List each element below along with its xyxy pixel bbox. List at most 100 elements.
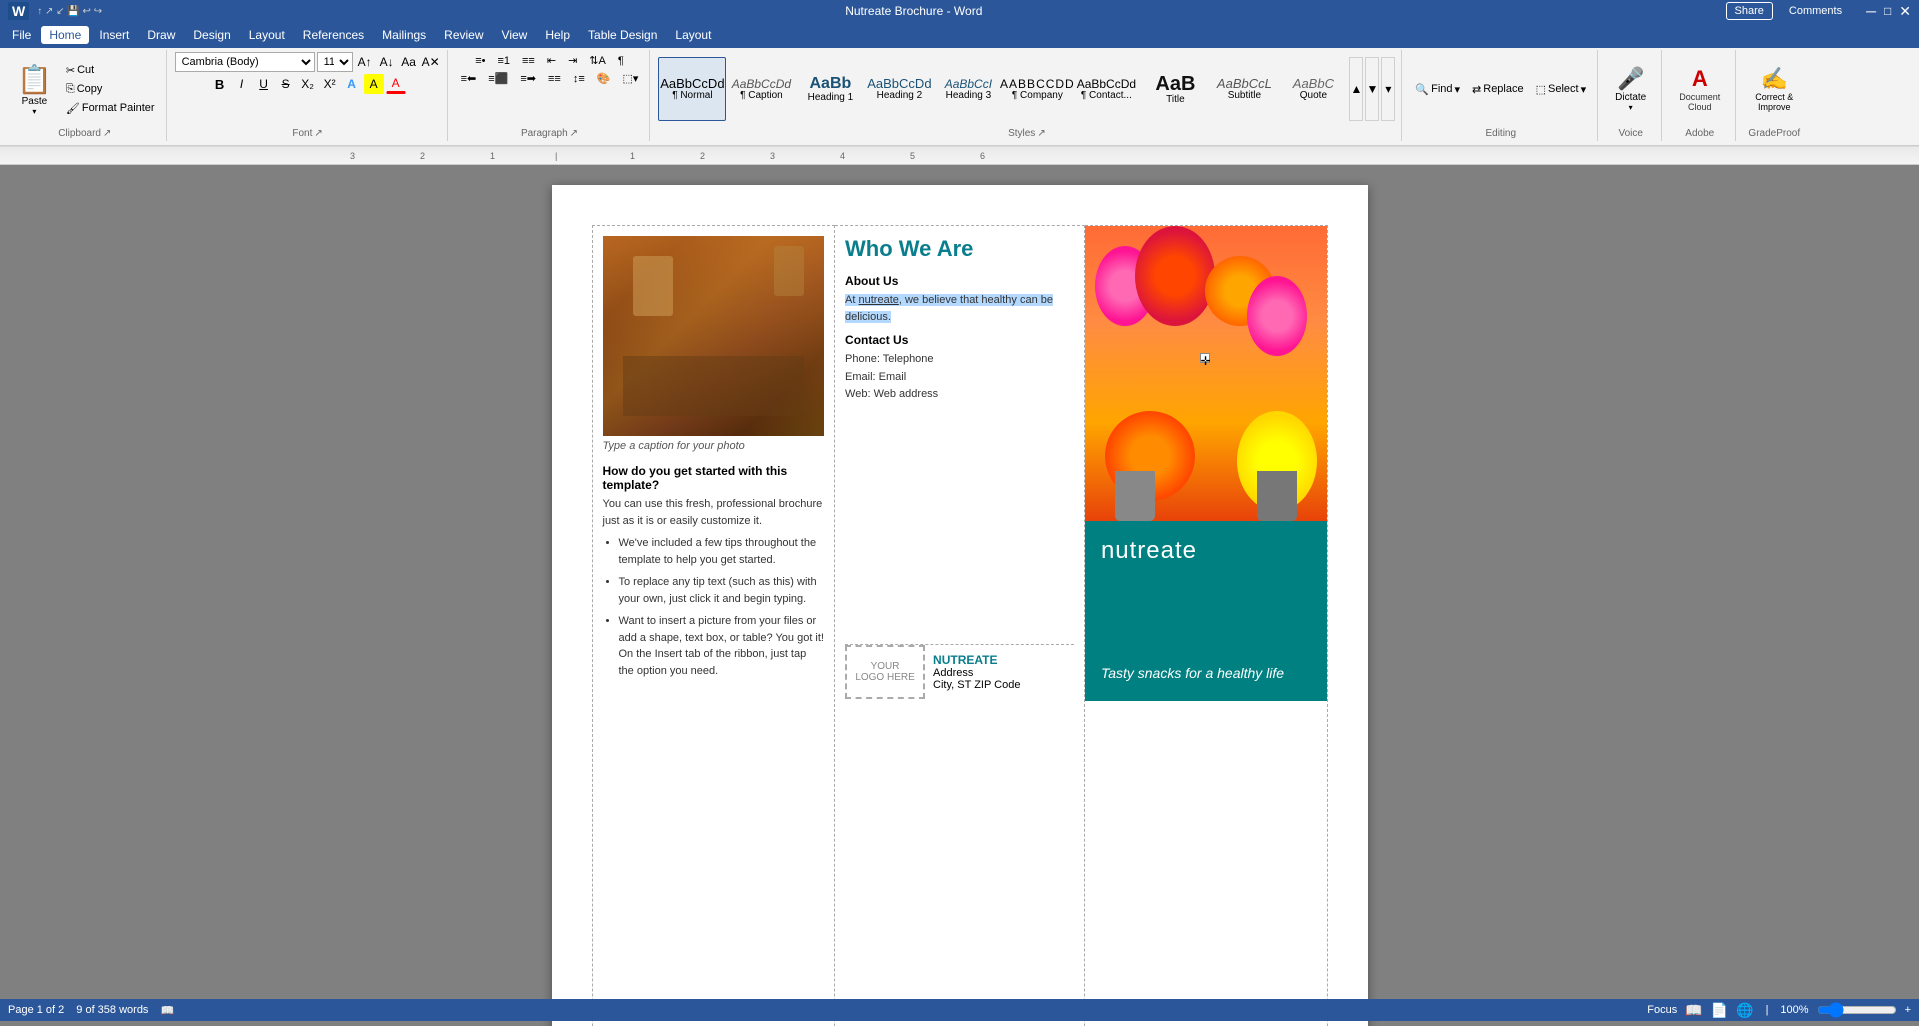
menu-layout[interactable]: Layout [241,26,293,44]
line-spacing-button[interactable]: ↕≡ [568,70,590,87]
replace-button[interactable]: ⇄ Replace [1467,81,1529,98]
document-area[interactable]: ✛ Type a caption for your photo How do y… [0,165,1919,1026]
cut-button[interactable]: ✂ Cut [61,62,160,79]
gradeproof-label-bottom: GradeProof [1748,126,1800,139]
styles-scroll-up[interactable]: ▲ [1349,57,1363,121]
address-line: Address [933,667,1066,679]
select-dropdown-icon[interactable]: ▾ [1581,83,1587,96]
increase-font-button[interactable]: A↑ [355,52,375,72]
borders-button[interactable]: ⬚▾ [617,70,643,87]
style-caption[interactable]: AaBbCcDd ¶ Caption [727,57,795,121]
share-button[interactable]: Share [1726,2,1773,20]
style-title[interactable]: AaB Title [1141,57,1209,121]
close-icon[interactable]: ✕ [1899,3,1911,20]
proofing-icon[interactable]: 📖 [160,1004,174,1017]
para-row1: ≡• ≡1 ≡≡ ⇤ ⇥ ⇅A ¶ [470,52,629,69]
zoom-slider[interactable] [1817,1002,1897,1018]
subscript-button[interactable]: X₂ [298,74,318,94]
menu-layout2[interactable]: Layout [667,26,719,44]
style-company[interactable]: AABBCCDD ¶ Company [1003,57,1071,121]
paragraph-expand-icon[interactable]: ↗ [570,128,578,139]
bold-button[interactable]: B [210,74,230,94]
svg-text:1: 1 [490,151,495,161]
text-effects-button[interactable]: A [342,74,362,94]
find-dropdown-icon[interactable]: ▾ [1455,83,1461,96]
menu-insert[interactable]: Insert [91,26,137,44]
read-mode-icon[interactable]: 📖 [1685,1002,1702,1019]
font-expand-icon[interactable]: ↗ [314,128,322,139]
menu-file[interactable]: File [4,26,39,44]
styles-expand-icon[interactable]: ↗ [1037,128,1045,139]
increase-indent-button[interactable]: ⇥ [563,52,582,69]
adobe-document-cloud-button[interactable]: A DocumentCloud [1670,61,1729,117]
copy-button[interactable]: ⎘ Copy [61,81,160,98]
multilevel-button[interactable]: ≡≡ [517,52,540,69]
bullets-button[interactable]: ≡• [470,52,490,69]
styles-more[interactable]: ▾ [1381,57,1395,121]
status-right: Focus 📖 📄 🌐 | 100% + [1647,1002,1911,1019]
ruler-svg: 3 2 1 | 1 2 3 4 5 6 [0,146,1919,164]
style-contact[interactable]: AaBbCcDd ¶ Contact... [1072,57,1140,121]
comments-button[interactable]: Comments [1781,3,1850,19]
decrease-font-button[interactable]: A↓ [377,52,397,72]
align-left-button[interactable]: ≡⬅ [456,70,482,87]
style-normal[interactable]: AaBbCcDd ¶ Normal [658,57,726,121]
style-heading1[interactable]: AaBb Heading 1 [796,57,864,121]
svg-text:3: 3 [350,151,355,161]
strikethrough-button[interactable]: S [276,74,296,94]
menu-draw[interactable]: Draw [139,26,183,44]
menu-design[interactable]: Design [185,26,238,44]
find-button[interactable]: 🔍 Find ▾ [1410,81,1465,98]
minimize-icon[interactable]: ─ [1866,3,1876,19]
paste-dropdown-icon[interactable]: ▾ [32,107,36,116]
font-color-button[interactable]: A [386,74,406,94]
left-column: Type a caption for your photo How do you… [592,226,835,1026]
print-layout-icon[interactable]: 📄 [1711,1002,1728,1019]
dictate-button[interactable]: 🎤 Dictate ▾ [1606,61,1655,117]
menu-tabledesign[interactable]: Table Design [580,26,665,44]
superscript-button[interactable]: X² [320,74,340,94]
text-highlight-button[interactable]: A [364,74,384,94]
style-heading2[interactable]: AaBbCcDd Heading 2 [865,57,933,121]
paste-label: Paste [22,96,48,107]
paste-button[interactable]: 📋 Paste ▾ [10,52,59,126]
justify-button[interactable]: ≡≡ [543,70,566,87]
menu-references[interactable]: References [295,26,372,44]
decrease-indent-button[interactable]: ⇤ [542,52,561,69]
menu-view[interactable]: View [494,26,536,44]
underline-button[interactable]: U [254,74,274,94]
italic-button[interactable]: I [232,74,252,94]
menu-mailings[interactable]: Mailings [374,26,434,44]
web-layout-icon[interactable]: 🌐 [1736,1002,1753,1019]
select-button[interactable]: ⬚ Select ▾ [1531,81,1592,98]
numbering-button[interactable]: ≡1 [492,52,515,69]
correct-improve-button[interactable]: ✍ Correct &Improve [1744,61,1804,117]
svg-text:2: 2 [420,151,425,161]
focus-button[interactable]: Focus [1647,1004,1677,1016]
clipboard-expand-icon[interactable]: ↗ [103,128,111,139]
style-quote[interactable]: AaBbC Quote [1279,57,1347,121]
change-case-button[interactable]: Aa [399,52,419,72]
sort-button[interactable]: ⇅A [584,52,611,69]
font-name-select[interactable]: Cambria (Body) [175,52,315,72]
format-painter-button[interactable]: 🖌 Format Painter [61,100,160,117]
status-bar: Page 1 of 2 9 of 358 words 📖 Focus 📖 📄 🌐… [0,999,1919,1021]
font-size-select[interactable]: 11 [317,52,353,72]
align-right-button[interactable]: ≡➡ [515,70,541,87]
dictate-dropdown-icon[interactable]: ▾ [1629,103,1633,112]
maximize-icon[interactable]: □ [1884,4,1891,18]
show-marks-button[interactable]: ¶ [613,52,629,69]
style-heading3[interactable]: AaBbCcI Heading 3 [934,57,1002,121]
menu-help[interactable]: Help [537,26,578,44]
styles-scroll-down[interactable]: ▼ [1365,57,1379,121]
menu-review[interactable]: Review [436,26,491,44]
editing-label: Editing [1485,126,1516,139]
table-move-handle[interactable]: ✛ [1200,353,1210,363]
style-subtitle[interactable]: AaBbCcL Subtitle [1210,57,1278,121]
zoom-in-icon[interactable]: + [1905,1004,1911,1016]
align-center-button[interactable]: ≡⬛ [483,70,513,87]
shading-button[interactable]: 🎨 [592,70,616,87]
adobe-group: A DocumentCloud Adobe [1664,50,1736,141]
clear-format-button[interactable]: A✕ [421,52,441,72]
menu-home[interactable]: Home [41,26,89,44]
